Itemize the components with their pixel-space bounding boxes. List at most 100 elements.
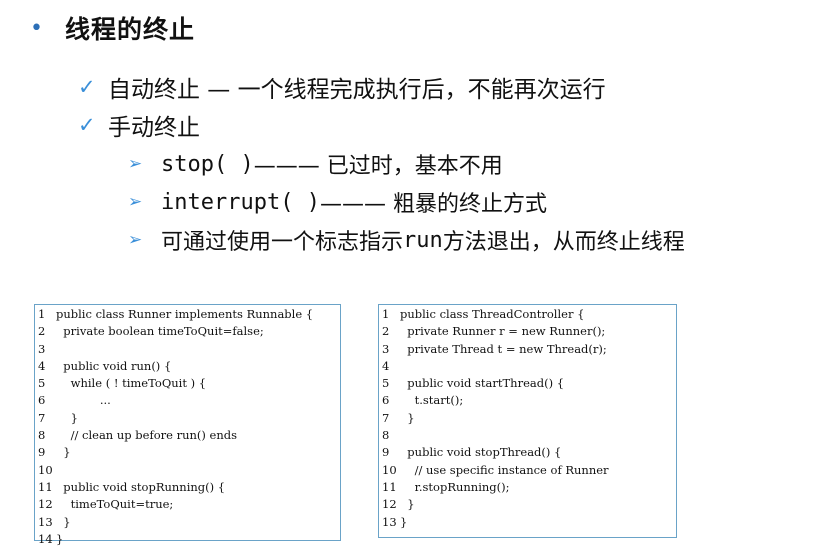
line-number: 6 bbox=[382, 393, 390, 408]
code-text: public void stopRunning() { bbox=[56, 479, 226, 494]
slide-title-row: • 线程的终止 bbox=[30, 10, 195, 46]
bullet-icon: • bbox=[30, 15, 43, 41]
line-number: 12 bbox=[382, 497, 397, 512]
subpoint-flag: ➢ 可通过使用一个标志指示 run 方法退出，从而终止线程 bbox=[128, 224, 685, 256]
code-text: } bbox=[400, 514, 408, 529]
line-number: 5 bbox=[382, 376, 390, 391]
code-line: 13 } bbox=[35, 514, 340, 531]
code-text: } bbox=[400, 410, 415, 425]
subpoint-stop: ➢ stop( ) ——— 已过时，基本不用 bbox=[128, 148, 503, 180]
code-text: public class Runner implements Runnable … bbox=[56, 307, 314, 321]
code-line: 10 // use specific instance of Runner bbox=[379, 462, 676, 479]
subpoint-code: run bbox=[403, 227, 443, 253]
line-number: 9 bbox=[382, 445, 390, 460]
code-line: 7 } bbox=[379, 410, 676, 427]
code-text: timeToQuit=true; bbox=[56, 497, 174, 512]
slide-title: 线程的终止 bbox=[65, 15, 196, 44]
arrow-bullet-icon: ➢ bbox=[128, 230, 143, 250]
code-text: private boolean timeToQuit=false; bbox=[56, 324, 264, 339]
code-line: 2 private Runner r = new Runner(); bbox=[379, 323, 676, 340]
code-line: 13} bbox=[379, 514, 676, 531]
code-text: t.start(); bbox=[400, 393, 464, 408]
line-number: 8 bbox=[38, 428, 46, 443]
line-number: 12 bbox=[38, 497, 53, 512]
code-text: } bbox=[56, 514, 71, 529]
line-number: 10 bbox=[382, 462, 397, 477]
code-line: 7 } bbox=[35, 410, 340, 427]
subpoint-code: stop( ) bbox=[161, 151, 254, 177]
code-line: 8 // clean up before run() ends bbox=[35, 427, 340, 444]
line-number: 1 bbox=[382, 307, 390, 321]
code-line: 4 bbox=[379, 358, 676, 375]
code-line: 3 private Thread t = new Thread(r); bbox=[379, 341, 676, 358]
code-line: 1 public class Runner implements Runnable… bbox=[35, 306, 340, 323]
code-line: 5 while ( ! timeToQuit ) { bbox=[35, 375, 340, 392]
code-text: // use specific instance of Runner bbox=[400, 462, 609, 477]
line-number: 9 bbox=[38, 445, 46, 460]
subpoint-text: ——— 已过时，基本不用 bbox=[253, 154, 503, 179]
line-number: 11 bbox=[38, 479, 53, 494]
check-icon: ✓ bbox=[78, 113, 96, 137]
code-line: 1 public class ThreadController { bbox=[379, 306, 676, 323]
code-line: 9 public void stopThread() { bbox=[379, 444, 676, 461]
line-number: 4 bbox=[38, 358, 46, 373]
subpoint-interrupt: ➢ interrupt( ) ——— 粗暴的终止方式 bbox=[128, 186, 547, 218]
line-number: 8 bbox=[382, 428, 390, 443]
code-text: private Runner r = new Runner(); bbox=[400, 324, 606, 339]
code-text: private Thread t = new Thread(r); bbox=[400, 341, 607, 356]
code-line: 14} bbox=[35, 531, 340, 548]
code-line: 3 bbox=[35, 341, 340, 358]
code-text: while ( ! timeToQuit ) { bbox=[56, 376, 207, 391]
code-line: 8 bbox=[379, 427, 676, 444]
line-number: 5 bbox=[38, 376, 46, 391]
code-line: 12 } bbox=[379, 496, 676, 513]
line-number: 1 bbox=[38, 307, 46, 321]
code-line: 9 } bbox=[35, 444, 340, 461]
code-line: 11 public void stopRunning() { bbox=[35, 479, 340, 496]
check-icon: ✓ bbox=[78, 75, 96, 99]
line-number: 13 bbox=[382, 514, 397, 529]
code-line: 2 private boolean timeToQuit=false; bbox=[35, 323, 340, 340]
arrow-bullet-icon: ➢ bbox=[128, 192, 143, 212]
code-text: } bbox=[56, 445, 71, 460]
subpoint-code: interrupt( ) bbox=[161, 189, 320, 215]
code-line: 6 t.start(); bbox=[379, 392, 676, 409]
code-line: 11 r.stopRunning(); bbox=[379, 479, 676, 496]
code-listing-runner: 1 public class Runner implements Runnable… bbox=[34, 304, 341, 546]
point-text: 手动终止 bbox=[108, 115, 200, 141]
subpoint-text: ——— 粗暴的终止方式 bbox=[319, 192, 547, 217]
line-number: 2 bbox=[382, 324, 390, 339]
code-text: ... bbox=[56, 393, 111, 408]
line-number: 10 bbox=[38, 462, 53, 477]
code-line: 6 ... bbox=[35, 392, 340, 409]
line-number: 14 bbox=[38, 531, 53, 546]
arrow-bullet-icon: ➢ bbox=[128, 154, 143, 174]
line-number: 11 bbox=[382, 479, 397, 494]
code-text: } bbox=[56, 531, 64, 546]
code-line: 10 bbox=[35, 462, 340, 479]
line-number: 2 bbox=[38, 324, 46, 339]
line-number: 3 bbox=[382, 341, 390, 356]
point-manual-stop: ✓ 手动终止 bbox=[78, 108, 200, 142]
subpoint-text: 可通过使用一个标志指示 bbox=[161, 230, 404, 255]
point-text: 自动终止 — 一个线程完成执行后，不能再次运行 bbox=[108, 77, 606, 103]
code-text: // clean up before run() ends bbox=[56, 428, 238, 443]
code-line: 12 timeToQuit=true; bbox=[35, 496, 340, 513]
line-number: 4 bbox=[382, 358, 390, 373]
line-number: 6 bbox=[38, 393, 46, 408]
code-text: public void startThread() { bbox=[400, 376, 565, 391]
line-number: 7 bbox=[38, 410, 46, 425]
subpoint-text-tail: 方法退出，从而终止线程 bbox=[442, 230, 685, 255]
point-auto-stop: ✓ 自动终止 — 一个线程完成执行后，不能再次运行 bbox=[78, 70, 606, 104]
code-line: 4 public void run() { bbox=[35, 358, 340, 375]
code-text: } bbox=[400, 497, 415, 512]
line-number: 7 bbox=[382, 410, 390, 425]
code-text: public void stopThread() { bbox=[400, 445, 562, 460]
code-text: r.stopRunning(); bbox=[400, 479, 510, 494]
line-number: 13 bbox=[38, 514, 53, 529]
code-listing-thread-controller: 1 public class ThreadController { 2 privat… bbox=[378, 304, 677, 538]
code-line: 5 public void startThread() { bbox=[379, 375, 676, 392]
code-text: public class ThreadController { bbox=[400, 307, 585, 321]
line-number: 3 bbox=[38, 341, 46, 356]
code-text: public void run() { bbox=[56, 358, 172, 373]
